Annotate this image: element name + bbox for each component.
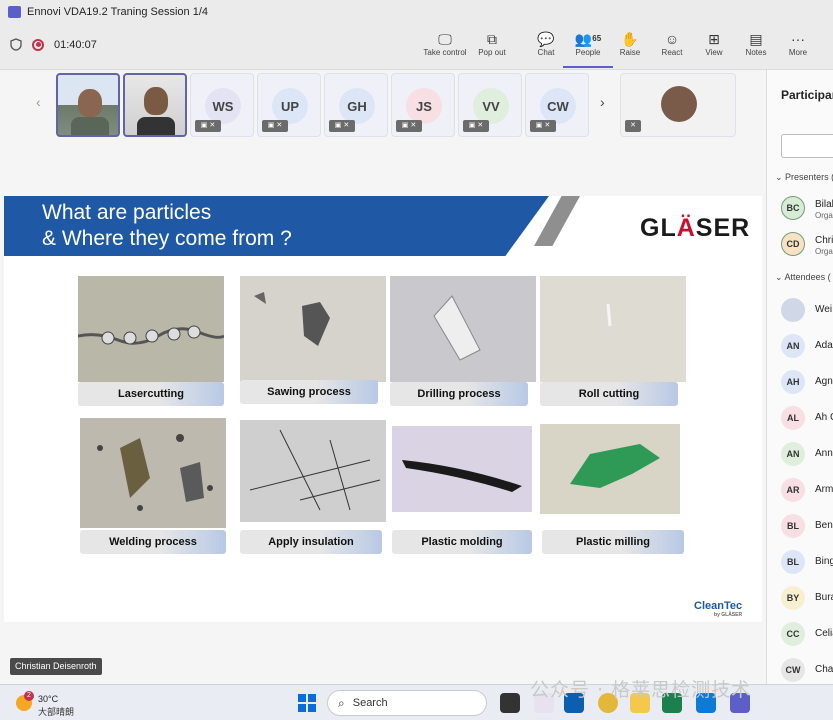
avatar <box>781 298 805 322</box>
participant-tile[interactable]: UP ▣ ✕ <box>257 73 321 137</box>
participants-panel: Participan ⌄ Presenters ( BC Bilal Orga … <box>766 70 833 684</box>
chevron-left-icon[interactable]: ‹ <box>36 94 41 110</box>
avatar: AN <box>781 334 805 358</box>
avatar: BL <box>781 550 805 574</box>
participant-tile[interactable]: CW ▣ ✕ <box>525 73 589 137</box>
video-tile[interactable] <box>123 73 187 137</box>
chevron-right-icon[interactable]: › <box>600 94 605 110</box>
mic-muted-icon: ▣ ✕ <box>530 120 556 132</box>
mic-muted-icon: ▣ ✕ <box>463 120 489 132</box>
avatar: BY <box>781 586 805 610</box>
people-count: 65 <box>592 34 602 43</box>
participant-tile[interactable]: VV ▣ ✕ <box>458 73 522 137</box>
mic-muted-icon: ▣ ✕ <box>195 120 221 132</box>
avatar: WS <box>205 88 241 124</box>
participant-tile[interactable]: GH ▣ ✕ <box>324 73 388 137</box>
presenters-section-toggle[interactable]: ⌄ Presenters ( <box>775 172 833 183</box>
caption-roll-cutting: Roll cutting <box>540 382 678 406</box>
participant-tile[interactable]: WS ▣ ✕ <box>190 73 254 137</box>
chevron-down-icon: ⌄ <box>775 272 785 282</box>
participant-video <box>144 87 168 115</box>
ellipsis-icon: ··· <box>791 31 805 47</box>
meeting-toolbar: 01:40:07 🖵 Take control ⧉ Pop out 💬 Chat… <box>0 24 833 70</box>
weather-widget[interactable]: 2 30°C 大部晴朗 <box>16 691 76 717</box>
glaser-logo: GLÄSER <box>640 214 751 242</box>
particle-photo <box>390 276 536 382</box>
watermark: 公众号 · 格莱思检测技术 <box>530 679 752 701</box>
slide-title: What are particles & Where they come fro… <box>42 201 292 250</box>
pop-out-button[interactable]: ⧉ Pop out <box>467 30 517 57</box>
particle-photo <box>78 276 224 382</box>
shield-icon <box>10 38 22 51</box>
more-button[interactable]: ··· More <box>773 30 823 57</box>
avatar: CW <box>540 88 576 124</box>
panel-title: Participan <box>781 88 833 102</box>
avatar: CW <box>781 658 805 682</box>
take-control-button[interactable]: 🖵 Take control <box>420 30 470 57</box>
particle-photo <box>240 420 386 522</box>
caption-plastic-molding: Plastic molding <box>392 530 532 554</box>
avatar: CD <box>781 232 805 256</box>
particle-photo <box>240 276 386 382</box>
avatar: GH <box>339 88 375 124</box>
avatar: AH <box>781 370 805 394</box>
pop-out-icon: ⧉ <box>487 31 497 47</box>
window-title: Ennovi VDA19.2 Traning Session 1/4 <box>27 6 209 18</box>
notification-badge: 2 <box>24 691 34 701</box>
avatar: JS <box>406 88 442 124</box>
chevron-down-icon: ⌄ <box>775 172 786 182</box>
caption-plastic-milling: Plastic milling <box>542 530 684 554</box>
teams-logo-icon <box>8 6 21 18</box>
avatar: AN <box>781 442 805 466</box>
avatar: VV <box>473 88 509 124</box>
app-icon[interactable] <box>500 693 520 713</box>
participant-tile[interactable]: ✕ <box>620 73 736 137</box>
avatar: CC <box>781 622 805 646</box>
take-control-icon: 🖵 <box>438 31 452 47</box>
mic-muted-icon: ✕ <box>625 120 641 132</box>
avatar: UP <box>272 88 308 124</box>
participant-tile[interactable]: JS ▣ ✕ <box>391 73 455 137</box>
people-icon: 👥 <box>574 31 593 47</box>
avatar: BC <box>781 196 805 220</box>
avatar: BL <box>781 514 805 538</box>
avatar-photo <box>661 86 697 122</box>
attendees-section-toggle[interactable]: ⌄ Attendees ( <box>775 272 831 283</box>
title-bar: Ennovi VDA19.2 Traning Session 1/4 <box>0 0 833 24</box>
meeting-timer: 01:40:07 <box>54 38 97 51</box>
caption-insulation: Apply insulation <box>240 530 382 554</box>
windows-start-icon[interactable] <box>298 694 316 712</box>
recording-icon <box>32 38 44 51</box>
meeting-stage: ‹ › WS ▣ ✕ UP ▣ ✕ GH ▣ ✕ JS ▣ ✕ VV ▣ ✕ C… <box>0 70 766 684</box>
mic-muted-icon: ▣ ✕ <box>396 120 422 132</box>
caption-sawing: Sawing process <box>240 380 378 404</box>
participant-video <box>78 89 102 117</box>
video-tile[interactable] <box>56 73 120 137</box>
shared-slide: What are particles & Where they come fro… <box>4 196 762 622</box>
participant-search-input[interactable] <box>781 134 833 158</box>
particle-photo <box>540 276 686 382</box>
avatar: AL <box>781 406 805 430</box>
caption-lasercutting: Lasercutting <box>78 382 224 406</box>
teams-meeting-window: Ennovi VDA19.2 Traning Session 1/4 01:40… <box>0 0 833 720</box>
caption-drilling: Drilling process <box>390 382 528 406</box>
avatar: AR <box>781 478 805 502</box>
search-icon: ⌕ <box>338 695 345 710</box>
taskbar-search[interactable]: ⌕ Search <box>327 690 487 716</box>
mic-muted-icon: ▣ ✕ <box>329 120 355 132</box>
particle-photo <box>540 424 680 514</box>
particle-photo <box>392 426 532 512</box>
cleantec-logo: CleanTec by GLÄSER <box>694 600 743 618</box>
particle-photo <box>80 418 226 528</box>
caption-welding: Welding process <box>80 530 226 554</box>
speaker-name-label: Christian Deisenroth <box>10 658 102 675</box>
mic-muted-icon: ▣ ✕ <box>262 120 288 132</box>
